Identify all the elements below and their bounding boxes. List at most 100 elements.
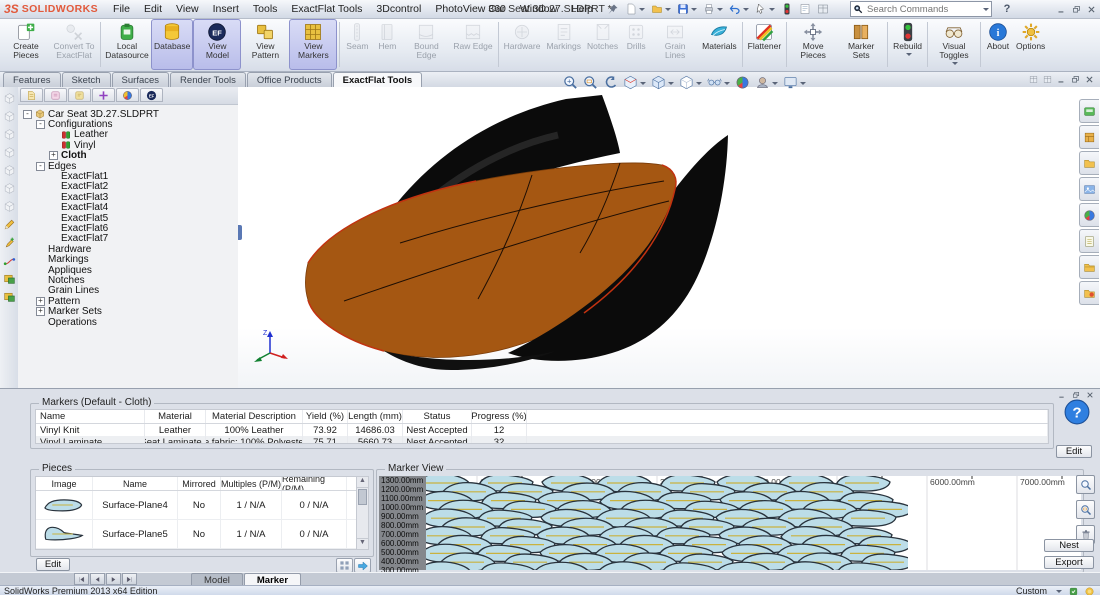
viewport-close-icon[interactable] [1085,75,1094,84]
tree-item-configurations[interactable]: -Configurations [21,119,238,129]
fmtab-configurationmanager[interactable] [68,88,91,102]
search-input[interactable] [865,3,979,16]
display-state-label[interactable]: Custom [1016,586,1047,595]
ribbon-flattener-button[interactable]: Flattener [745,19,785,70]
export-button[interactable]: Export [1044,556,1094,569]
markers-edit-button[interactable]: Edit [1056,445,1092,458]
panel-splitter-handle[interactable] [238,225,242,240]
prev-tab-button[interactable] [90,573,105,585]
fmtab-dimxpert[interactable] [92,88,115,102]
tree-item-leather[interactable]: Leather [21,130,238,140]
ribbon-view-markers-button[interactable]: View Markers [289,19,337,70]
menu-exactflat-tools[interactable]: ExactFlat Tools [284,2,369,16]
tree-item-car-seat-3d-27-sldprt[interactable]: -Car Seat 3D.27.SLDPRT [21,109,238,119]
ribbon-move-pieces-button[interactable]: Move Pieces [789,19,837,70]
quick-save[interactable] [674,1,700,17]
close-button[interactable] [1087,5,1096,14]
leftrail-view-cube-4[interactable] [2,163,17,178]
pieces-row-surface-plane4[interactable]: Surface-Plane4No1 / N/A0 / N/A [36,491,368,520]
hud-edit-appearance[interactable] [735,75,750,90]
hud-view-orientation[interactable] [651,75,674,90]
menu-window[interactable]: Window [513,2,564,16]
leftrail-piece-folder-10[interactable] [2,271,17,286]
menu-view[interactable]: View [169,2,206,16]
ribbon-local-datasource-button[interactable]: Local Datasource [103,19,151,70]
ribbon-create-pieces-button[interactable]: Create Pieces [2,19,50,70]
tree-item-appliques[interactable]: Appliques [21,265,238,275]
expand-plus-icon[interactable]: + [36,297,45,306]
last-tab-button[interactable] [122,573,137,585]
car-seat-3d-model[interactable] [248,95,808,385]
tree-item-marker-sets[interactable]: +Marker Sets [21,306,238,316]
tab-office-products[interactable]: Office Products [247,72,332,87]
tags-icon[interactable] [1069,587,1078,595]
zoom-in-button[interactable] [1076,475,1095,494]
taskpane-design-library[interactable] [1079,125,1099,149]
menu-help[interactable]: Help [564,2,600,16]
ribbon-visual-toggles-button[interactable]: Visual Toggles [930,19,978,70]
quick-open-folder[interactable] [648,1,674,17]
leftrail-view-cube-3[interactable] [2,145,17,160]
pane-layout-icon[interactable] [1043,75,1052,84]
hud-view-settings[interactable] [783,75,806,90]
pieces-scrollbar[interactable]: ▲▼ [356,477,368,549]
markers-row-vinyl-laminate[interactable]: Vinyl LaminateSeat Laminate...Face fabri… [36,436,1048,444]
nest-button[interactable]: Nest [1044,539,1094,552]
menu-edit[interactable]: Edit [137,2,169,16]
taskpane-solidworks-resources[interactable] [1079,99,1099,123]
quick-select-cursor[interactable] [752,1,778,17]
zoom-extents-button[interactable] [1076,500,1095,519]
viewport-restore-icon[interactable] [1071,75,1080,84]
hud-section-view[interactable] [623,75,646,90]
tree-item-exactflat3[interactable]: ExactFlat3 [21,192,238,202]
fmtab-exactflat-manager[interactable]: EF [140,88,163,102]
panel-close-icon[interactable] [1086,391,1094,399]
taskpane-view-palette[interactable] [1079,177,1099,201]
tree-item-grain-lines[interactable]: Grain Lines [21,286,238,296]
menu-insert[interactable]: Insert [206,2,246,16]
menu-photoview-360[interactable]: PhotoView 360 [428,2,512,16]
ribbon-options-button[interactable]: Options [1013,19,1048,70]
display-state-caret-icon[interactable] [1056,590,1062,595]
quick-tips-icon[interactable] [1085,587,1094,595]
quick-file-properties[interactable] [796,1,814,17]
quick-window-panes[interactable] [814,1,832,17]
tree-item-hardware[interactable]: Hardware [21,244,238,254]
marker-nest-canvas[interactable]: 1000.00mm2000.00mm3000.00mm4000.00mm5000… [426,476,1081,570]
ribbon-about-button[interactable]: iAbout [983,19,1013,70]
taskpane-built-in-libraries[interactable] [1079,255,1099,279]
tab-surfaces[interactable]: Surfaces [112,72,170,87]
tab-sketch[interactable]: Sketch [62,72,111,87]
ribbon-database-button[interactable]: Database [151,19,193,70]
minimize-button[interactable] [1057,5,1066,14]
menu-file[interactable]: File [106,2,137,16]
markers-table[interactable]: NameMaterialMaterial DescriptionYield (%… [35,409,1049,444]
ribbon-view-pattern-button[interactable]: View Pattern [241,19,289,70]
pieces-table[interactable]: ImageNameMirroredMultiples (P/M)Remainin… [35,476,369,550]
leftrail-view-cube-2[interactable] [2,127,17,142]
tree-item-notches[interactable]: Notches [21,275,238,285]
tree-item-pattern[interactable]: +Pattern [21,296,238,306]
tree-item-operations[interactable]: Operations [21,317,238,327]
expand-plus-icon[interactable]: + [49,151,58,160]
ribbon-view-model-button[interactable]: EFView Model [193,19,241,70]
ribbon-rebuild-button[interactable]: Rebuild [890,19,925,70]
tree-item-exactflat2[interactable]: ExactFlat2 [21,182,238,192]
tab-render-tools[interactable]: Render Tools [170,72,246,87]
quick-pin[interactable] [604,1,622,17]
search-dropdown-icon[interactable] [983,8,989,14]
leftrail-sketch-add-8[interactable] [2,235,17,250]
graphics-area[interactable]: Z [238,87,1100,388]
tree-item-exactflat7[interactable]: ExactFlat7 [21,234,238,244]
restore-button[interactable] [1072,5,1081,14]
ribbon-materials-button[interactable]: Materials [699,19,739,70]
help-menu-icon[interactable]: ? [1000,3,1014,15]
tab-exactflat-tools[interactable]: ExactFlat Tools [333,72,423,87]
tree-item-vinyl[interactable]: Vinyl [21,140,238,150]
tree-item-edges[interactable]: -Edges [21,161,238,171]
panel-minimize-icon[interactable] [1058,391,1066,399]
quick-undo[interactable] [726,1,752,17]
taskpane-custom-properties[interactable] [1079,229,1099,253]
expand-minus-icon[interactable]: - [23,110,32,119]
taskpane-exactflat-resources[interactable] [1079,281,1099,305]
